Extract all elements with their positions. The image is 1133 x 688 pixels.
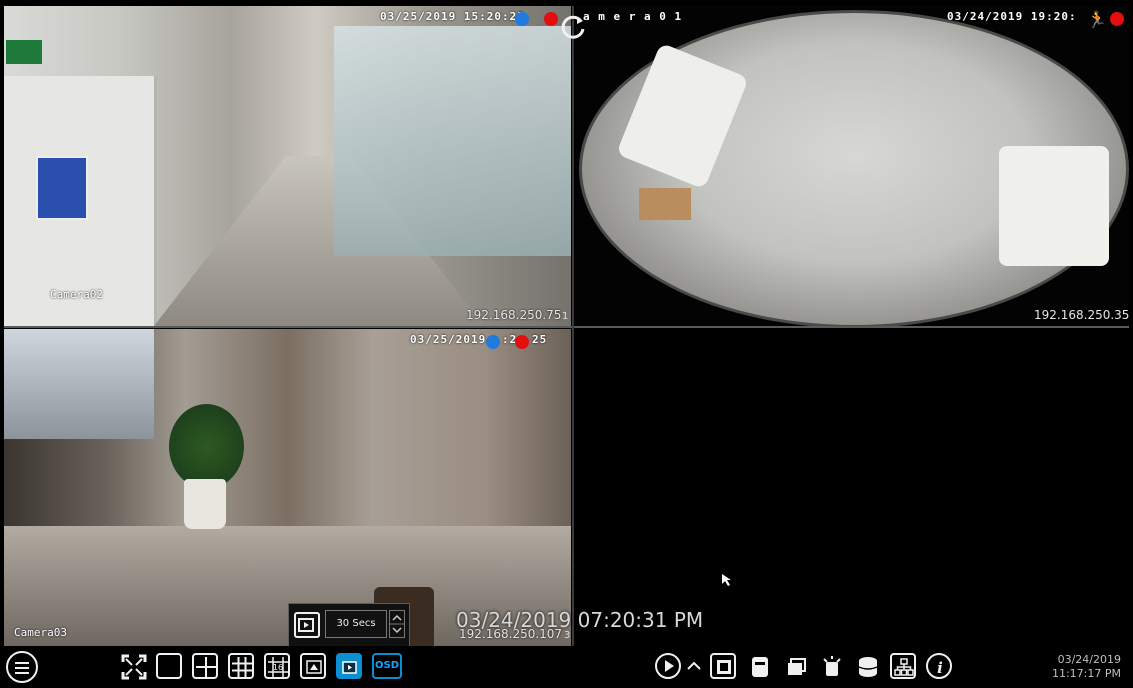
camera-timestamp: 03/24/2019 19:20: [947,10,1077,23]
recording-indicator-icon [544,12,558,26]
camera-tile-1[interactable]: 03/25/2019 15:20:25 Camera02 192.168.250… [4,6,571,326]
layout-16-button[interactable]: 16 [264,653,290,679]
grid-divider [4,326,1129,328]
camera-timestamp-end: 25 [532,333,548,346]
schedule-record-icon [486,335,500,349]
preview-mode-button[interactable] [300,653,326,679]
sequence-dwell-popup: 30 Secs [288,603,410,647]
system-date: 03/24/2019 [1057,653,1121,666]
network-button[interactable] [890,653,916,679]
info-button[interactable]: i [926,653,952,679]
sequence-icon[interactable] [294,612,320,638]
camera-tile-2[interactable]: a m e r a 0 1 03/24/2019 19:20: 🏃 192.16… [575,6,1129,326]
dwell-time-stepper[interactable] [389,610,405,638]
svg-text:16: 16 [273,663,283,672]
snapshot-button[interactable] [710,653,736,679]
grid-divider [572,6,574,646]
overlay-playback-time: 03/24/2019 07:20:31 PM [456,608,704,632]
camera-channel: 1 [562,311,569,322]
camera-ip: 192.168.250.75 [466,308,562,322]
mouse-cursor-icon [722,574,731,586]
playback-button[interactable] [655,653,681,679]
camera-name: Camera02 [50,288,103,301]
svg-text:i: i [937,659,943,677]
camera-timestamp: 03/25/2019 [410,333,487,346]
refresh-icon[interactable] [558,12,588,42]
alarm-button[interactable] [818,653,844,679]
system-time: 11:17:17 PM [1051,667,1121,680]
video-grid: 03/25/2019 15:20:25 Camera02 192.168.250… [0,0,1133,646]
camera-feed-image [4,329,571,646]
camera-tile-3[interactable]: 03/25/2019 :2 25 Camera03 192.168.250.10… [4,329,571,646]
camera-name: Camera03 [14,626,67,639]
chevron-up-icon[interactable] [684,654,704,678]
disk-button[interactable] [854,653,880,679]
camera-name: a m e r a 0 1 [583,10,683,23]
layout-1-button[interactable] [156,653,182,679]
record-button[interactable] [746,653,772,679]
sequence-button[interactable] [336,653,362,679]
camera-feed-image [575,6,1129,326]
camera-ip: 192.168.250.35 [1034,308,1129,322]
recording-indicator-icon [515,335,529,349]
camera-timestamp: 03/25/2019 15:20:25 [380,10,525,23]
sequence-view-button[interactable] [782,653,808,679]
fullscreen-button[interactable] [120,653,147,680]
layout-4-button[interactable] [192,653,218,679]
osd-button[interactable]: OSD [372,653,402,679]
schedule-record-icon [515,12,529,26]
layout-9-button[interactable] [228,653,254,679]
system-clock: 03/24/2019 11:17:17 PM [1052,653,1121,681]
main-menu-button[interactable] [6,651,38,683]
camera-tile-4-empty[interactable] [575,329,1129,646]
motion-alarm-icon: 🏃 [1087,10,1107,29]
bottom-toolbar: 16 OSD i 03/24/2019 11:17:17 PM [0,646,1133,688]
recording-indicator-icon [1110,12,1124,26]
camera-feed-image [4,6,571,326]
dwell-time-select[interactable]: 30 Secs [325,610,387,638]
